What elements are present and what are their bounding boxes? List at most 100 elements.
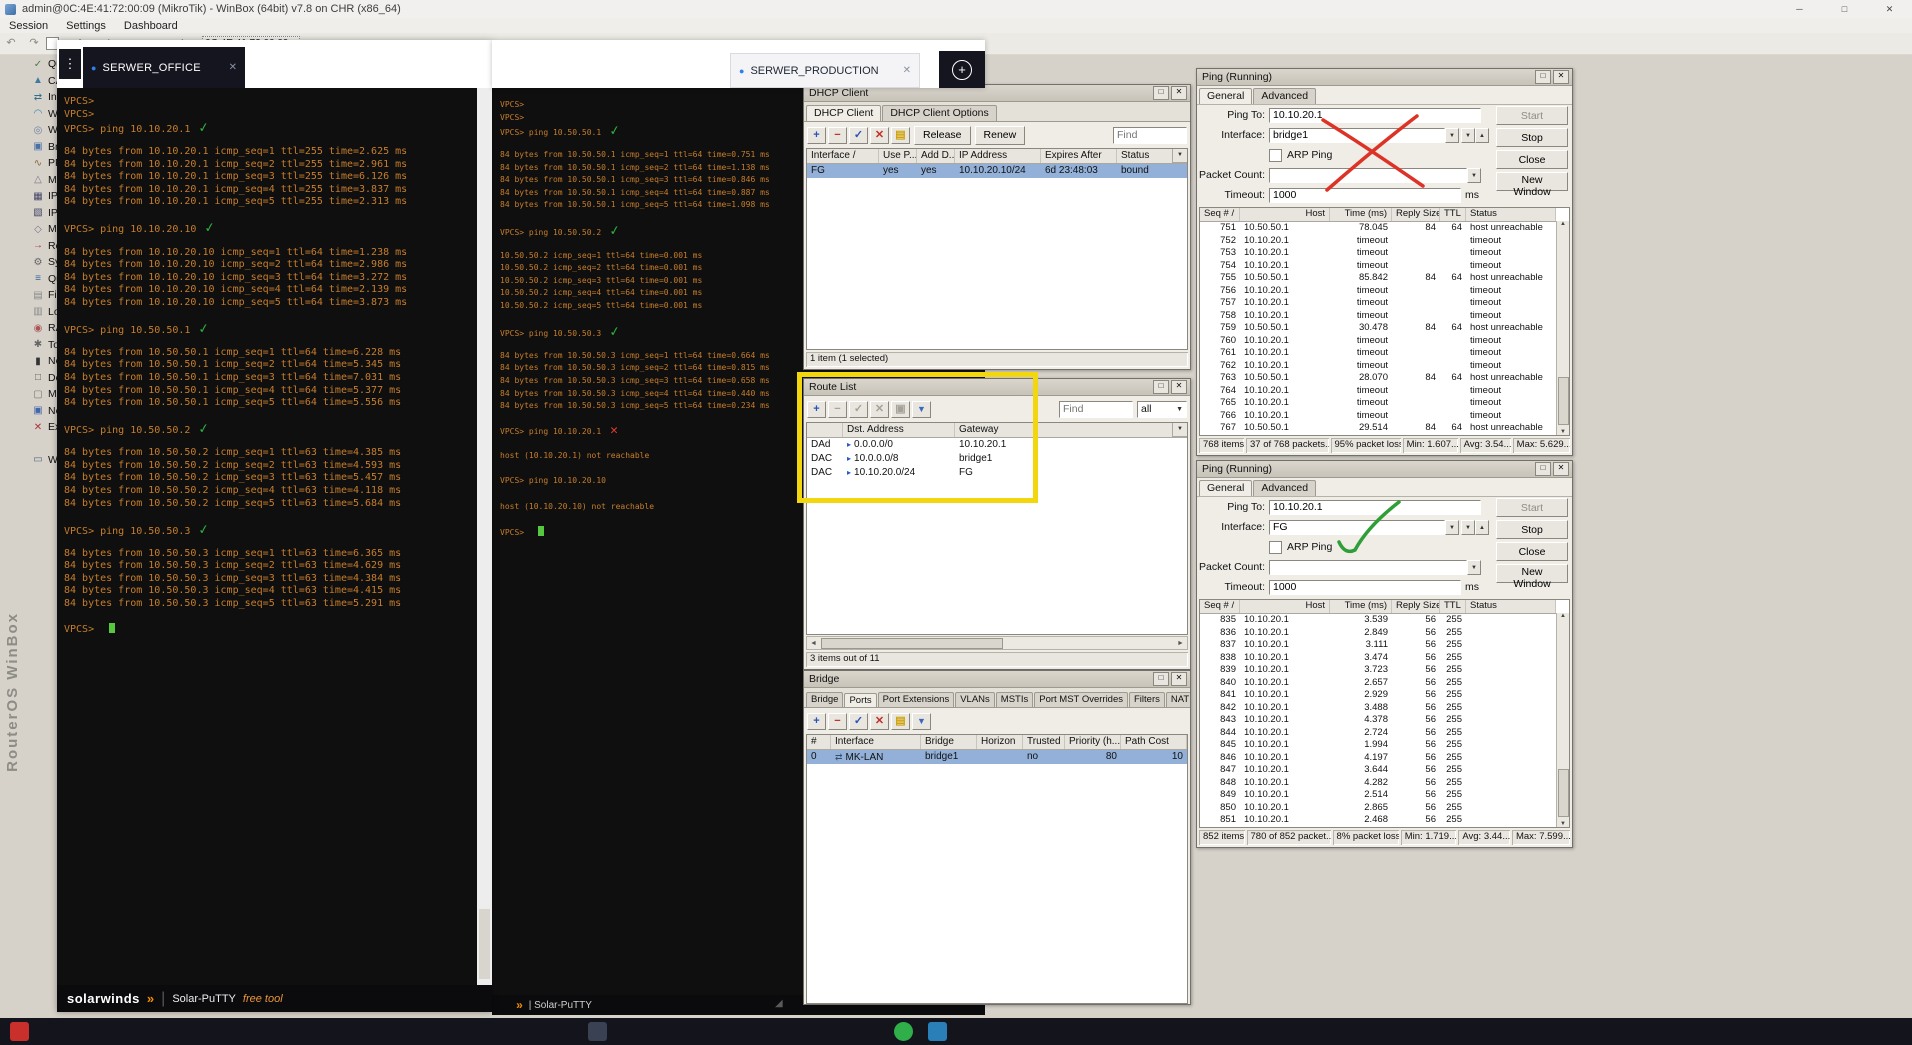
close-icon[interactable]: ✕ (1867, 0, 1912, 18)
ping-to-input[interactable] (1269, 500, 1481, 515)
tab[interactable]: Port Extensions (878, 692, 955, 707)
tab[interactable]: NAT (1166, 692, 1190, 707)
column-header[interactable]: Use P... (879, 149, 917, 163)
tab[interactable]: Advanced (1253, 88, 1316, 104)
scroll-up-icon[interactable]: ▲ (1560, 221, 1566, 227)
scrollbar-thumb[interactable] (821, 638, 1003, 649)
maximize-icon[interactable]: □ (1822, 0, 1867, 18)
remove-button[interactable]: − (828, 713, 847, 730)
tab-close-icon[interactable]: ✕ (903, 65, 911, 76)
ping-result-row[interactable]: 843 10.10.20.1 4.378 56 255 (1200, 714, 1556, 727)
find-input[interactable] (1059, 401, 1133, 418)
terminal-menu-icon[interactable]: ⋮ (59, 49, 81, 79)
ping-result-row[interactable]: 847 10.10.20.1 3.644 56 255 (1200, 764, 1556, 777)
close-button[interactable]: Close (1496, 542, 1568, 561)
menu-item[interactable]: Settings (57, 20, 115, 32)
column-filter-icon[interactable]: ▼ (1172, 149, 1187, 163)
column-header[interactable]: Status (1466, 208, 1556, 221)
scroll-down-icon[interactable]: ▼ (1560, 821, 1566, 827)
packet-count-input[interactable] (1269, 560, 1467, 575)
menu-item[interactable]: Session (0, 20, 57, 32)
column-header[interactable]: Reply Size (1392, 208, 1440, 221)
tab[interactable]: Port MST Overrides (1034, 692, 1128, 707)
column-header[interactable]: Trusted (1023, 735, 1065, 749)
tab[interactable]: MSTIs (996, 692, 1033, 707)
restore-icon[interactable]: □ (1153, 672, 1169, 686)
scroll-left-icon[interactable]: ◄ (807, 640, 820, 647)
ping-result-row[interactable]: 751 10.50.50.1 78.045 84 64 host unreach… (1200, 222, 1556, 235)
column-header[interactable]: Time (ms) (1330, 600, 1392, 613)
tab[interactable]: General (1199, 480, 1252, 497)
column-header[interactable]: Seq # / (1200, 208, 1240, 221)
close-icon[interactable]: ✕ (1171, 86, 1187, 100)
column-header[interactable]: Interface / (807, 149, 879, 163)
interface-input[interactable] (1269, 520, 1445, 535)
menu-item[interactable]: Dashboard (115, 20, 187, 32)
filter-button[interactable]: ▼ (912, 713, 931, 730)
ping-result-row[interactable]: 850 10.10.20.1 2.865 56 255 (1200, 802, 1556, 815)
comment-button[interactable]: ▤ (891, 127, 910, 144)
column-header[interactable]: # (807, 735, 831, 749)
ping-result-row[interactable]: 766 10.10.20.1 timeout timeout (1200, 410, 1556, 423)
column-header[interactable]: Time (ms) (1330, 208, 1392, 221)
comment-button[interactable]: ▤ (891, 713, 910, 730)
close-button[interactable]: Close (1496, 150, 1568, 169)
ping-result-row[interactable]: 759 10.50.50.1 30.478 84 64 host unreach… (1200, 322, 1556, 335)
taskbar-icon-start[interactable] (10, 1022, 29, 1041)
tab[interactable]: General (1199, 88, 1252, 105)
column-header[interactable]: Interface (831, 735, 921, 749)
column-header[interactable]: Seq # / (1200, 600, 1240, 613)
ping-result-row[interactable]: 846 10.10.20.1 4.197 56 255 (1200, 752, 1556, 765)
vertical-scrollbar[interactable]: ▲ ▼ (1556, 613, 1569, 827)
column-header[interactable]: TTL (1440, 208, 1466, 221)
ping-result-row[interactable]: 753 10.10.20.1 timeout timeout (1200, 247, 1556, 260)
ping-result-row[interactable]: 841 10.10.20.1 2.929 56 255 (1200, 689, 1556, 702)
chevron-down-icon[interactable]: ▼ (1467, 560, 1481, 575)
add-button[interactable]: + (807, 127, 826, 144)
column-header[interactable]: Path Cost (1121, 735, 1187, 749)
ping-result-row[interactable]: 837 10.10.20.1 3.111 56 255 (1200, 639, 1556, 652)
ping-result-row[interactable]: 758 10.10.20.1 timeout timeout (1200, 310, 1556, 323)
new-window-button[interactable]: New Window (1496, 564, 1568, 583)
ping-result-row[interactable]: 757 10.10.20.1 timeout timeout (1200, 297, 1556, 310)
column-header[interactable]: Bridge (921, 735, 977, 749)
spin-down-icon[interactable]: ▼ (1461, 128, 1475, 143)
timeout-input[interactable] (1269, 580, 1461, 595)
column-header[interactable]: Host (1240, 208, 1330, 221)
restore-icon[interactable]: □ (1535, 462, 1551, 476)
disable-button[interactable]: ✕ (870, 127, 889, 144)
arp-ping-checkbox[interactable] (1269, 541, 1282, 554)
close-icon[interactable]: ✕ (1171, 672, 1187, 686)
ping-result-row[interactable]: 763 10.50.50.1 28.070 84 64 host unreach… (1200, 372, 1556, 385)
route-horizontal-scrollbar[interactable]: ◄ ► (806, 636, 1188, 650)
close-icon[interactable]: ✕ (1171, 380, 1187, 394)
restore-icon[interactable]: □ (1535, 70, 1551, 84)
disable-button[interactable]: ✕ (870, 713, 889, 730)
column-header[interactable]: Priority (h... (1065, 735, 1121, 749)
renew-button[interactable]: Renew (975, 126, 1026, 145)
ping-result-row[interactable]: 838 10.10.20.1 3.474 56 255 (1200, 652, 1556, 665)
ping-result-row[interactable]: 752 10.10.20.1 timeout timeout (1200, 235, 1556, 248)
taskbar-icon-app[interactable] (588, 1022, 607, 1041)
ping-to-input[interactable] (1269, 108, 1481, 123)
ping-result-row[interactable]: 839 10.10.20.1 3.723 56 255 (1200, 664, 1556, 677)
taskbar-icon-blue[interactable] (928, 1022, 947, 1041)
add-button[interactable]: + (807, 713, 826, 730)
spin-down-icon[interactable]: ▼ (1461, 520, 1475, 535)
stop-button[interactable]: Stop (1496, 520, 1568, 539)
timeout-input[interactable] (1269, 188, 1461, 203)
tab[interactable]: DHCP Client Options (882, 105, 996, 121)
chevron-down-icon[interactable]: ▼ (1445, 520, 1459, 535)
start-button[interactable]: Start (1496, 498, 1568, 517)
ping-result-row[interactable]: 754 10.10.20.1 timeout timeout (1200, 260, 1556, 273)
column-header[interactable]: Reply Size (1392, 600, 1440, 613)
release-button[interactable]: Release (914, 126, 971, 145)
minimize-icon[interactable]: ─ (1777, 0, 1822, 18)
redo-icon[interactable]: ↷ (26, 36, 42, 52)
ping-result-row[interactable]: 767 10.50.50.1 29.514 84 64 host unreach… (1200, 422, 1556, 435)
ping-result-row[interactable]: 756 10.10.20.1 timeout timeout (1200, 285, 1556, 298)
ping-result-row[interactable]: 848 10.10.20.1 4.282 56 255 (1200, 777, 1556, 790)
column-header[interactable]: Horizon (977, 735, 1023, 749)
column-filter-icon[interactable]: ▼ (1172, 423, 1187, 437)
restore-icon[interactable]: □ (1153, 380, 1169, 394)
